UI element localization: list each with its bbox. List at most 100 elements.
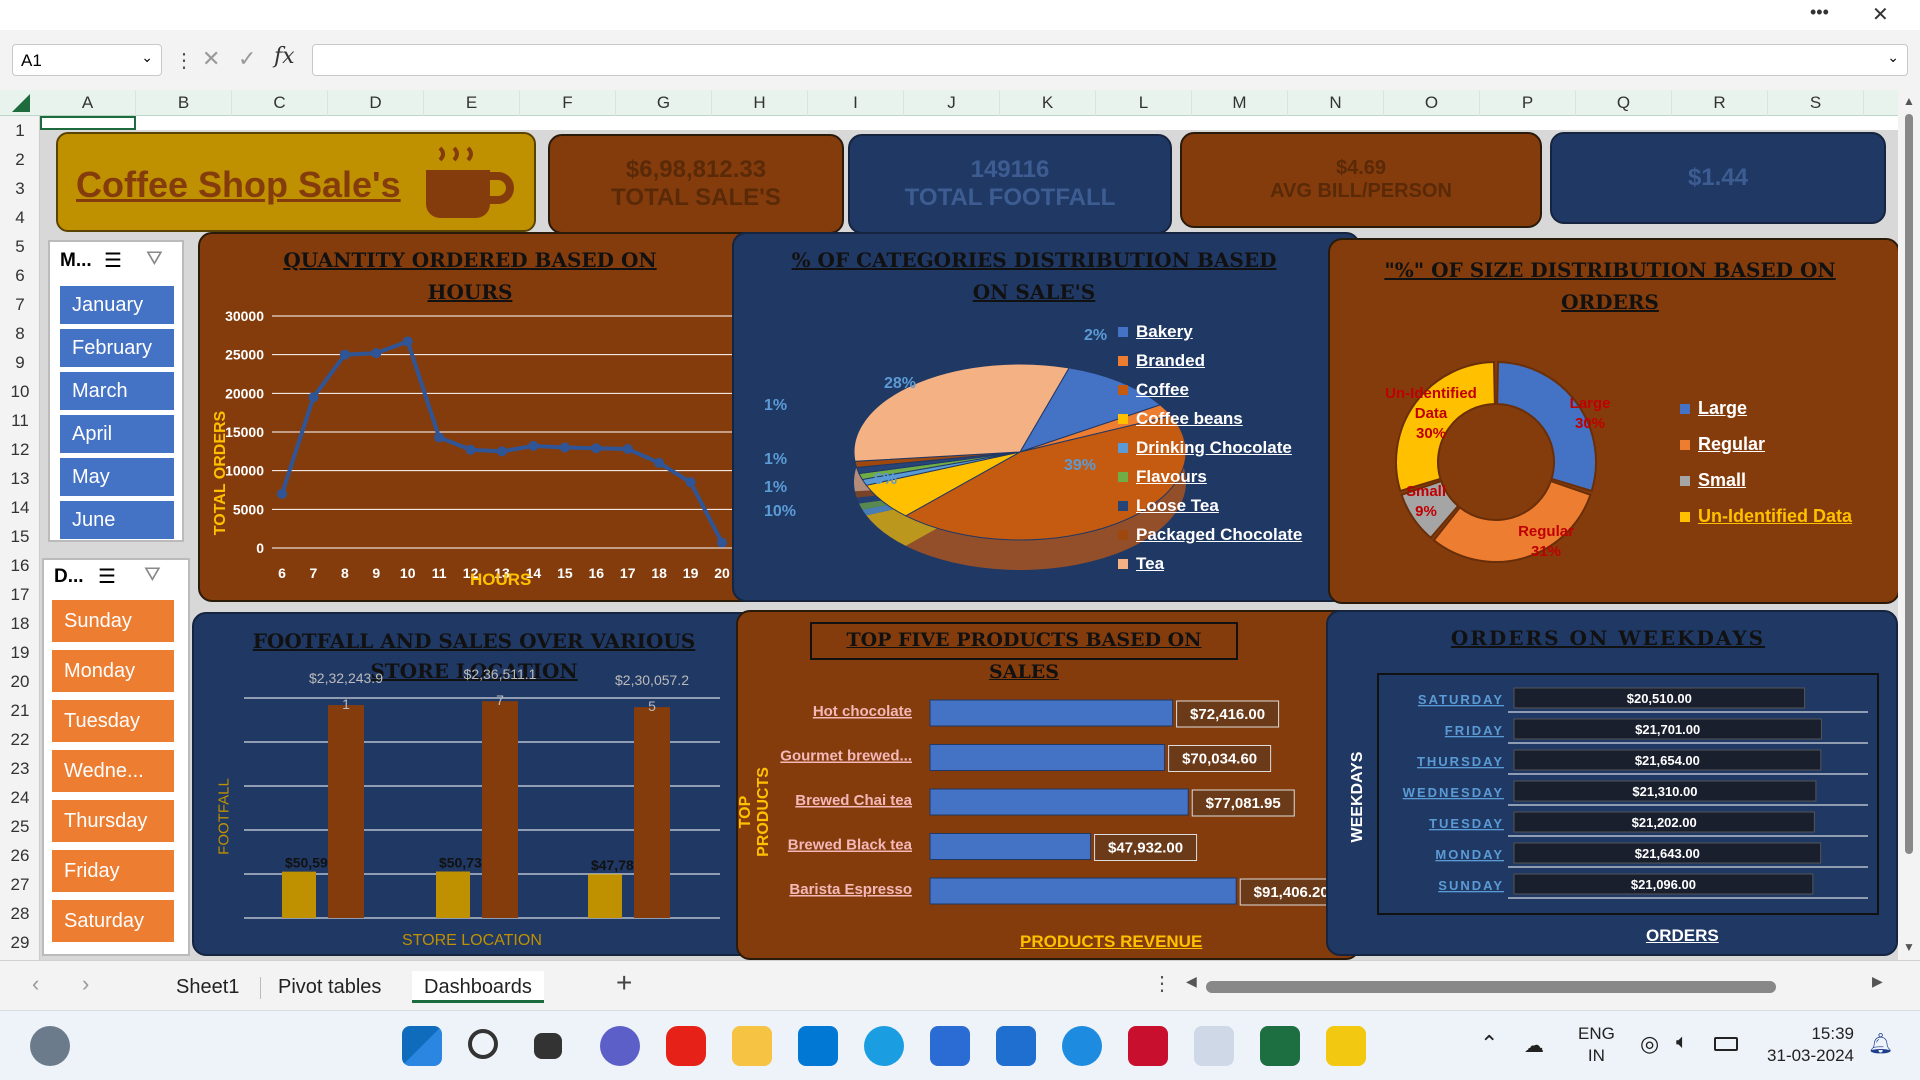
column-header[interactable]: E xyxy=(424,90,520,116)
scroll-up-icon[interactable]: ▲ xyxy=(1903,94,1915,108)
row-header[interactable]: 10 xyxy=(0,377,40,406)
battery-icon[interactable] xyxy=(1714,1037,1738,1051)
more-icon[interactable]: ⋮ xyxy=(174,48,194,73)
column-header[interactable]: C xyxy=(232,90,328,116)
enter-icon[interactable]: ✓ xyxy=(238,46,256,72)
network-icon[interactable]: ◎ xyxy=(1640,1031,1659,1057)
column-header[interactable]: Q xyxy=(1576,90,1672,116)
myhp-icon[interactable] xyxy=(996,1026,1036,1066)
month-slicer-item[interactable]: March xyxy=(60,372,174,410)
add-sheet-icon[interactable]: + xyxy=(616,967,632,999)
help-icon[interactable] xyxy=(1062,1026,1102,1066)
store-icon[interactable] xyxy=(930,1026,970,1066)
row-header[interactable]: 18 xyxy=(0,609,40,638)
day-slicer-item[interactable]: Saturday xyxy=(52,900,174,942)
products-chart-panel[interactable]: TOP FIVE PRODUCTS BASED ON SALES Hot cho… xyxy=(736,610,1360,960)
scroll-left-icon[interactable]: ◀ xyxy=(1186,973,1197,990)
scroll-right-icon[interactable]: ▶ xyxy=(1872,973,1883,990)
multi-select-icon[interactable]: ☰ xyxy=(98,564,116,589)
row-header[interactable]: 7 xyxy=(0,290,40,319)
active-cell[interactable] xyxy=(40,116,136,130)
clear-filter-icon[interactable]: ⛛ xyxy=(144,564,161,587)
column-header[interactable]: P xyxy=(1480,90,1576,116)
row-header[interactable]: 8 xyxy=(0,319,40,348)
hours-chart-panel[interactable]: QUANTITY ORDERED BASED ON HOURS 30000 2500… xyxy=(198,232,770,602)
column-header[interactable]: A xyxy=(40,90,136,116)
row-header[interactable]: 24 xyxy=(0,783,40,812)
column-header[interactable]: L xyxy=(1096,90,1192,116)
tab-next-icon[interactable]: › xyxy=(82,971,89,997)
day-slicer-item[interactable]: Monday xyxy=(52,650,174,692)
scroll-down-icon[interactable]: ▼ xyxy=(1903,940,1915,954)
more-options-icon[interactable]: ••• xyxy=(1810,2,1829,23)
column-header[interactable]: O xyxy=(1384,90,1480,116)
row-header[interactable]: 14 xyxy=(0,493,40,522)
column-header[interactable]: H xyxy=(712,90,808,116)
clear-filter-icon[interactable]: ⛛ xyxy=(146,248,163,271)
row-header[interactable]: 28 xyxy=(0,899,40,928)
month-slicer-item[interactable]: February xyxy=(60,329,174,367)
mcafee-icon[interactable] xyxy=(1128,1026,1168,1066)
multi-select-icon[interactable]: ☰ xyxy=(104,248,122,273)
day-slicer-item[interactable]: Tuesday xyxy=(52,700,174,742)
weekdays-chart-panel[interactable]: ORDERS ON WEEKDAYS SATURDAY $20,510.00 FRI… xyxy=(1326,610,1898,956)
tab-dashboards[interactable]: Dashboards xyxy=(412,971,544,1003)
name-box[interactable]: A1 ⌄ xyxy=(12,44,162,76)
column-header[interactable]: G xyxy=(616,90,712,116)
row-header[interactable]: 5 xyxy=(0,232,40,261)
row-header[interactable]: 20 xyxy=(0,667,40,696)
column-header[interactable]: F xyxy=(520,90,616,116)
row-header[interactable]: 15 xyxy=(0,522,40,551)
row-header[interactable]: 3 xyxy=(0,174,40,203)
notepad-icon[interactable] xyxy=(1194,1026,1234,1066)
youtube-icon[interactable] xyxy=(666,1026,706,1066)
column-header[interactable]: R xyxy=(1672,90,1768,116)
tab-prev-icon[interactable]: ‹ xyxy=(32,971,39,997)
row-header[interactable]: 11 xyxy=(0,406,40,435)
column-header[interactable]: J xyxy=(904,90,1000,116)
cancel-icon[interactable]: ✕ xyxy=(202,46,220,72)
horizontal-scroll-thumb[interactable] xyxy=(1206,981,1776,993)
row-header[interactable]: 12 xyxy=(0,435,40,464)
edge-icon[interactable] xyxy=(864,1026,904,1066)
row-header[interactable]: 16 xyxy=(0,551,40,580)
row-header[interactable]: 17 xyxy=(0,580,40,609)
file-explorer-icon[interactable] xyxy=(732,1026,772,1066)
task-view-icon[interactable] xyxy=(534,1033,562,1059)
row-header[interactable]: 9 xyxy=(0,348,40,377)
tab-sheet1[interactable]: Sheet1 xyxy=(176,971,239,1003)
row-header[interactable]: 29 xyxy=(0,928,40,957)
row-header[interactable]: 4 xyxy=(0,203,40,232)
tab-pivot-tables[interactable]: Pivot tables xyxy=(278,971,381,1003)
formula-input[interactable]: ⌄ xyxy=(312,44,1908,76)
column-header[interactable]: M xyxy=(1192,90,1288,116)
column-header[interactable]: K xyxy=(1000,90,1096,116)
weather-icon[interactable] xyxy=(30,1026,70,1066)
search-icon[interactable] xyxy=(468,1029,498,1059)
row-header[interactable]: 2 xyxy=(0,145,40,174)
day-slicer-item[interactable]: Sunday xyxy=(52,600,174,642)
desktop-icon[interactable] xyxy=(798,1026,838,1066)
clock[interactable]: 15:39 31-03-2024 xyxy=(1758,1023,1854,1067)
row-header[interactable]: 27 xyxy=(0,870,40,899)
tab-options-icon[interactable]: ⋮ xyxy=(1152,971,1172,996)
excel-icon[interactable] xyxy=(1260,1026,1300,1066)
column-header[interactable]: S xyxy=(1768,90,1864,116)
month-slicer-item[interactable]: June xyxy=(60,501,174,539)
month-slicer-item[interactable]: May xyxy=(60,458,174,496)
row-header[interactable]: 21 xyxy=(0,696,40,725)
footfall-chart-panel[interactable]: FOOTFALL AND SALES OVER VARIOUS STORE LOC… xyxy=(192,612,768,956)
column-header[interactable]: B xyxy=(136,90,232,116)
select-all-icon[interactable] xyxy=(12,94,30,112)
row-header[interactable]: 13 xyxy=(0,464,40,493)
language-indicator[interactable]: ENG IN xyxy=(1578,1023,1615,1067)
column-header[interactable]: N xyxy=(1288,90,1384,116)
function-icon[interactable]: fx xyxy=(274,44,295,69)
day-slicer-item[interactable]: Thursday xyxy=(52,800,174,842)
volume-icon[interactable]: 🔈︎ xyxy=(1676,1031,1688,1054)
day-slicer-item[interactable]: Friday xyxy=(52,850,174,892)
month-slicer-item[interactable]: April xyxy=(60,415,174,453)
vertical-scroll-thumb[interactable] xyxy=(1905,114,1913,854)
close-icon[interactable]: ✕ xyxy=(1872,2,1889,27)
row-header[interactable]: 23 xyxy=(0,754,40,783)
